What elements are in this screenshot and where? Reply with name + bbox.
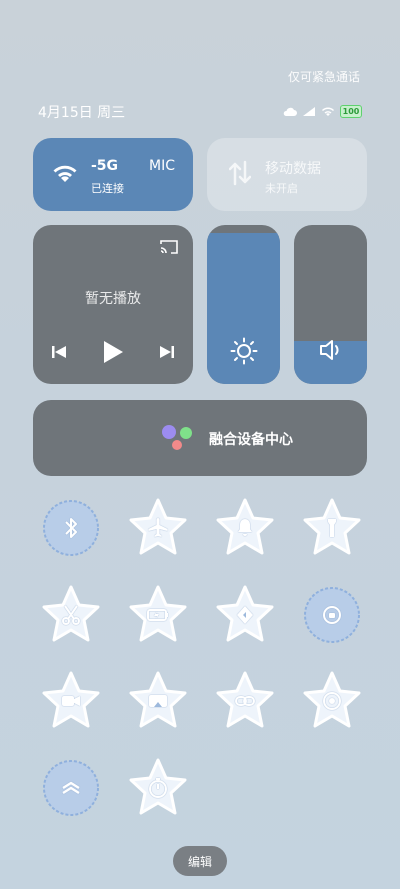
toggle-focus-mode[interactable] bbox=[301, 670, 363, 732]
previous-track-icon[interactable] bbox=[51, 344, 67, 364]
chevron-stack-icon bbox=[58, 775, 84, 801]
toggle-video-camera[interactable] bbox=[40, 670, 102, 732]
toggle-bluetooth[interactable] bbox=[40, 497, 102, 559]
focus-mode-icon bbox=[319, 688, 345, 714]
wifi-tile[interactable]: -5G MIC 已连接 bbox=[33, 138, 193, 211]
wifi-icon bbox=[51, 160, 79, 188]
date-text: 4月15日 周三 bbox=[38, 105, 126, 121]
airplane-icon bbox=[145, 515, 171, 541]
toggle-link[interactable] bbox=[214, 670, 276, 732]
toggle-location[interactable] bbox=[214, 584, 276, 646]
device-hub-label: 融合设备中心 bbox=[209, 432, 293, 448]
device-hub-tile[interactable]: 融合设备中心 bbox=[33, 400, 367, 476]
speaker-icon bbox=[294, 338, 367, 362]
signal-icon bbox=[302, 102, 316, 121]
wifi-status-icon bbox=[321, 102, 335, 121]
play-icon[interactable] bbox=[102, 340, 124, 368]
cloud-icon bbox=[283, 102, 297, 121]
bell-icon bbox=[232, 515, 258, 541]
toggle-chevron-stack[interactable] bbox=[40, 757, 102, 819]
device-hub-icon bbox=[162, 425, 192, 450]
toggle-screen-mirror[interactable] bbox=[127, 670, 189, 732]
mobile-data-icon bbox=[228, 160, 252, 190]
wifi-ssid-extra: MIC bbox=[149, 158, 175, 174]
battery-icon: 100 bbox=[340, 105, 362, 118]
link-icon bbox=[232, 688, 258, 714]
rotation-lock-icon bbox=[319, 602, 345, 628]
location-icon bbox=[232, 602, 258, 628]
edit-button[interactable]: 编辑 bbox=[173, 846, 227, 876]
volume-slider[interactable] bbox=[294, 225, 367, 384]
cast-icon[interactable] bbox=[159, 239, 179, 259]
battery-saver-icon bbox=[145, 602, 171, 628]
toggle-flashlight[interactable] bbox=[301, 497, 363, 559]
mobile-data-label: 移动数据 bbox=[265, 161, 321, 177]
timer-icon bbox=[145, 775, 171, 801]
toggle-scissors[interactable] bbox=[40, 584, 102, 646]
status-icons: 100 bbox=[283, 102, 362, 121]
screen-mirror-icon bbox=[145, 688, 171, 714]
video-camera-icon bbox=[58, 688, 84, 714]
media-player-tile[interactable]: 暂无播放 bbox=[33, 225, 193, 384]
wifi-ssid: -5G bbox=[91, 158, 119, 174]
scissors-icon bbox=[58, 602, 84, 628]
toggle-timer[interactable] bbox=[127, 757, 189, 819]
next-track-icon[interactable] bbox=[159, 344, 175, 364]
toggle-bell[interactable] bbox=[214, 497, 276, 559]
toggle-airplane[interactable] bbox=[127, 497, 189, 559]
emergency-call-text: 仅可紧急通话 bbox=[287, 70, 360, 84]
wifi-status: 已连接 bbox=[91, 182, 124, 195]
sun-icon bbox=[207, 337, 280, 365]
mobile-data-status: 未开启 bbox=[265, 182, 298, 195]
media-title: 暂无播放 bbox=[85, 291, 141, 307]
brightness-slider[interactable] bbox=[207, 225, 280, 384]
mobile-data-tile[interactable]: 移动数据 未开启 bbox=[207, 138, 367, 211]
toggle-rotation-lock[interactable] bbox=[301, 584, 363, 646]
bluetooth-icon bbox=[58, 515, 84, 541]
toggle-battery-saver[interactable] bbox=[127, 584, 189, 646]
media-controls bbox=[51, 340, 175, 368]
flashlight-icon bbox=[319, 515, 345, 541]
